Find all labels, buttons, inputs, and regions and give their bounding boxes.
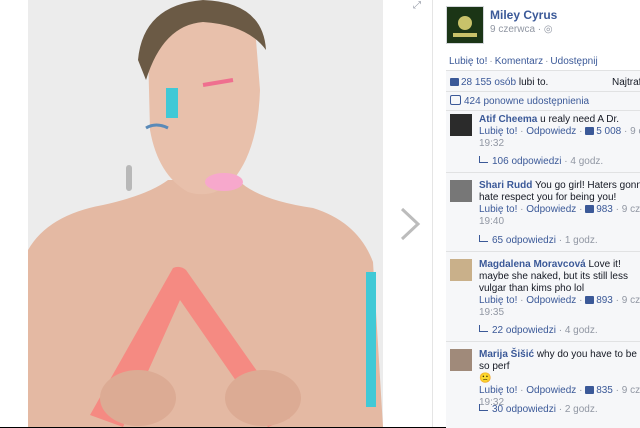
feedback-panel: 28 155 osób lubi to. Najtrafn 424 ponown… <box>446 70 640 428</box>
replies-link[interactable]: 106 odpowiedzi · 4 godz. <box>479 156 603 167</box>
photo-viewer: ⤢ <box>0 0 432 427</box>
portrait-image <box>28 0 383 427</box>
post-header: Miley Cyrus 9 czerwca · ◎ <box>446 6 640 44</box>
commenter-avatar[interactable] <box>450 349 472 371</box>
thumbs-up-icon <box>585 386 595 394</box>
commenter-avatar[interactable] <box>450 259 472 281</box>
divider <box>446 91 640 92</box>
reply-arrow-icon <box>479 404 488 411</box>
author-avatar[interactable] <box>446 6 484 44</box>
divider <box>446 251 640 252</box>
divider <box>446 172 640 173</box>
thumbs-up-icon <box>585 127 595 135</box>
post-actions: Lubię to! · Komentarz · Udostępnij <box>449 56 598 67</box>
like-link[interactable]: Lubię to! <box>449 56 487 67</box>
reply-arrow-icon <box>479 325 488 332</box>
sort-top-comments[interactable]: Najtrafn <box>612 77 640 95</box>
reply-arrow-icon <box>479 235 488 242</box>
replies-link[interactable]: 65 odpowiedzi · 1 godz. <box>479 235 598 246</box>
share-link[interactable]: Udostępnij <box>550 56 597 67</box>
divider <box>446 341 640 342</box>
likes-summary: 28 155 osób lubi to. <box>450 77 548 95</box>
author-name[interactable]: Miley Cyrus <box>490 8 557 22</box>
commenter-avatar[interactable] <box>450 180 472 202</box>
thumbs-up-icon <box>585 296 595 304</box>
share-icon <box>450 95 461 105</box>
globe-icon: ◎ <box>543 24 553 35</box>
divider <box>446 110 640 111</box>
thumbs-up-icon <box>450 78 459 86</box>
comment-link[interactable]: Komentarz <box>495 56 543 67</box>
fullscreen-icon[interactable]: ⤢ <box>413 0 425 12</box>
post-date: 9 czerwca · ◎ <box>490 24 553 35</box>
post-photo[interactable] <box>28 0 383 427</box>
replies-link[interactable]: 22 odpowiedzi · 4 godz. <box>479 325 598 336</box>
sad-emoji: 🙁 <box>479 373 492 384</box>
reply-arrow-icon <box>479 156 488 163</box>
replies-link[interactable]: 30 odpowiedzi · 2 godz. <box>479 404 598 415</box>
likes-count-link[interactable]: 28 155 osób <box>461 77 516 88</box>
next-photo-arrow-icon[interactable] <box>396 206 424 242</box>
shares-link[interactable]: 424 ponowne udostępnienia <box>464 96 589 107</box>
commenter-avatar[interactable] <box>450 114 472 136</box>
thumbs-up-icon <box>585 205 595 213</box>
